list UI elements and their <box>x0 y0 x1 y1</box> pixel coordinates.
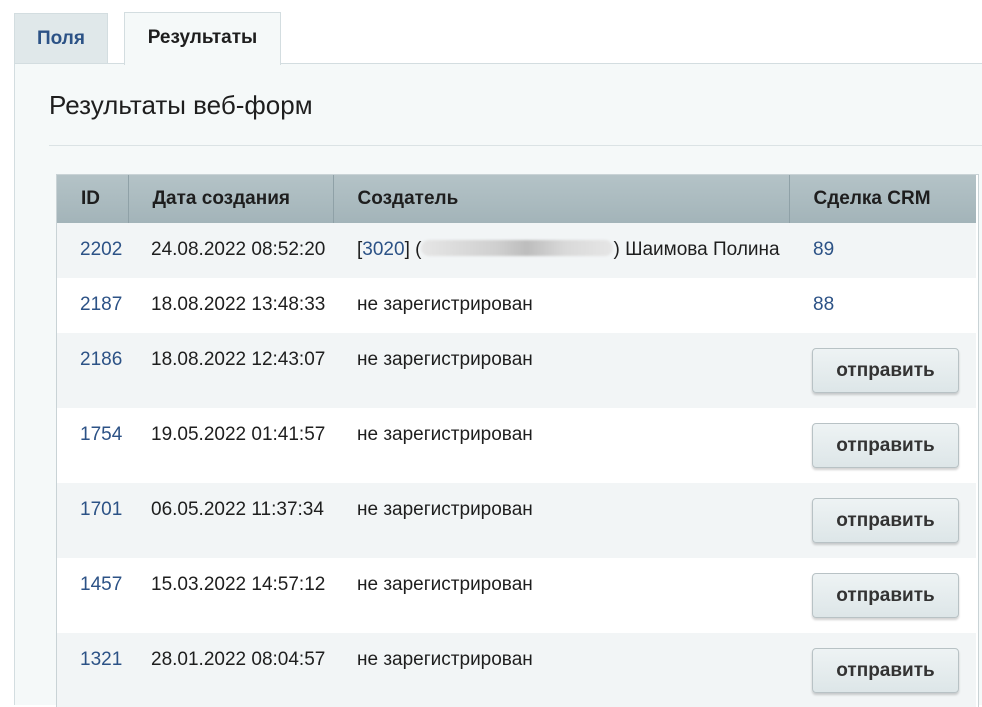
creator-cell: [3020] () Шаимова Полина <box>357 239 780 260</box>
crm-deal-link[interactable]: 89 <box>813 239 834 260</box>
created-date: 15.03.2022 14:57:12 <box>151 574 326 595</box>
created-date: 18.08.2022 12:43:07 <box>151 349 326 370</box>
results-table-container: ID Дата создания Создатель Сделка CRM 22… <box>56 174 979 707</box>
result-id-link[interactable]: 1321 <box>80 649 122 670</box>
crm-deal-link[interactable]: 88 <box>813 294 834 315</box>
result-id-link[interactable]: 1701 <box>80 499 122 520</box>
creator-cell: не зарегистрирован <box>357 649 533 670</box>
table-row: 2186 18.08.2022 12:43:07 не зарегистриро… <box>57 333 976 408</box>
tab-fields[interactable]: Поля <box>14 13 108 64</box>
send-to-crm-button[interactable]: отправить <box>812 498 959 543</box>
created-date: 18.08.2022 13:48:33 <box>151 294 326 315</box>
column-header-crm[interactable]: Сделка CRM <box>789 175 976 223</box>
column-header-id[interactable]: ID <box>57 175 129 223</box>
created-date: 06.05.2022 11:37:34 <box>151 499 324 520</box>
created-date: 24.08.2022 08:52:20 <box>151 239 326 260</box>
results-panel: Результаты веб-форм ID Дата создания Соз… <box>14 63 982 707</box>
table-row: 2202 24.08.2022 08:52:20 [3020] () Шаимо… <box>57 223 976 278</box>
table-row: 1701 06.05.2022 11:37:34 не зарегистриро… <box>57 483 976 558</box>
send-to-crm-button[interactable]: отправить <box>812 423 959 468</box>
creator-cell: не зарегистрирован <box>357 424 533 445</box>
creator-name: Шаимова Полина <box>625 239 780 260</box>
title-divider <box>49 145 982 146</box>
results-table: ID Дата создания Создатель Сделка CRM 22… <box>57 175 976 707</box>
creator-cell: не зарегистрирован <box>357 499 533 520</box>
column-header-date[interactable]: Дата создания <box>128 175 334 223</box>
creator-cell: не зарегистрирован <box>357 294 533 315</box>
result-id-link[interactable]: 2202 <box>80 239 122 260</box>
table-row: 1457 15.03.2022 14:57:12 не зарегистриро… <box>57 558 976 633</box>
result-id-link[interactable]: 1457 <box>80 574 122 595</box>
creator-cell: не зарегистрирован <box>357 574 533 595</box>
table-header-row: ID Дата создания Создатель Сделка CRM <box>57 175 976 223</box>
send-to-crm-button[interactable]: отправить <box>812 348 959 393</box>
tabs-bar: Поля Результаты <box>0 0 982 65</box>
creator-cell: не зарегистрирован <box>357 349 533 370</box>
creator-user-link[interactable]: 3020 <box>362 239 404 260</box>
result-id-link[interactable]: 1754 <box>80 424 122 445</box>
send-to-crm-button[interactable]: отправить <box>812 573 959 618</box>
table-row: 2187 18.08.2022 13:48:33 не зарегистриро… <box>57 278 976 333</box>
send-to-crm-button[interactable]: отправить <box>812 648 959 693</box>
redacted-email <box>421 240 614 257</box>
column-header-creator[interactable]: Создатель <box>333 175 790 223</box>
page-title: Результаты веб-форм <box>49 90 313 120</box>
table-row: 1754 19.05.2022 01:41:57 не зарегистриро… <box>57 408 976 483</box>
result-id-link[interactable]: 2186 <box>80 349 122 370</box>
created-date: 28.01.2022 08:04:57 <box>151 649 326 670</box>
result-id-link[interactable]: 2187 <box>80 294 122 315</box>
created-date: 19.05.2022 01:41:57 <box>151 424 326 445</box>
tab-results[interactable]: Результаты <box>124 12 281 65</box>
table-row: 1321 28.01.2022 08:04:57 не зарегистриро… <box>57 633 976 707</box>
